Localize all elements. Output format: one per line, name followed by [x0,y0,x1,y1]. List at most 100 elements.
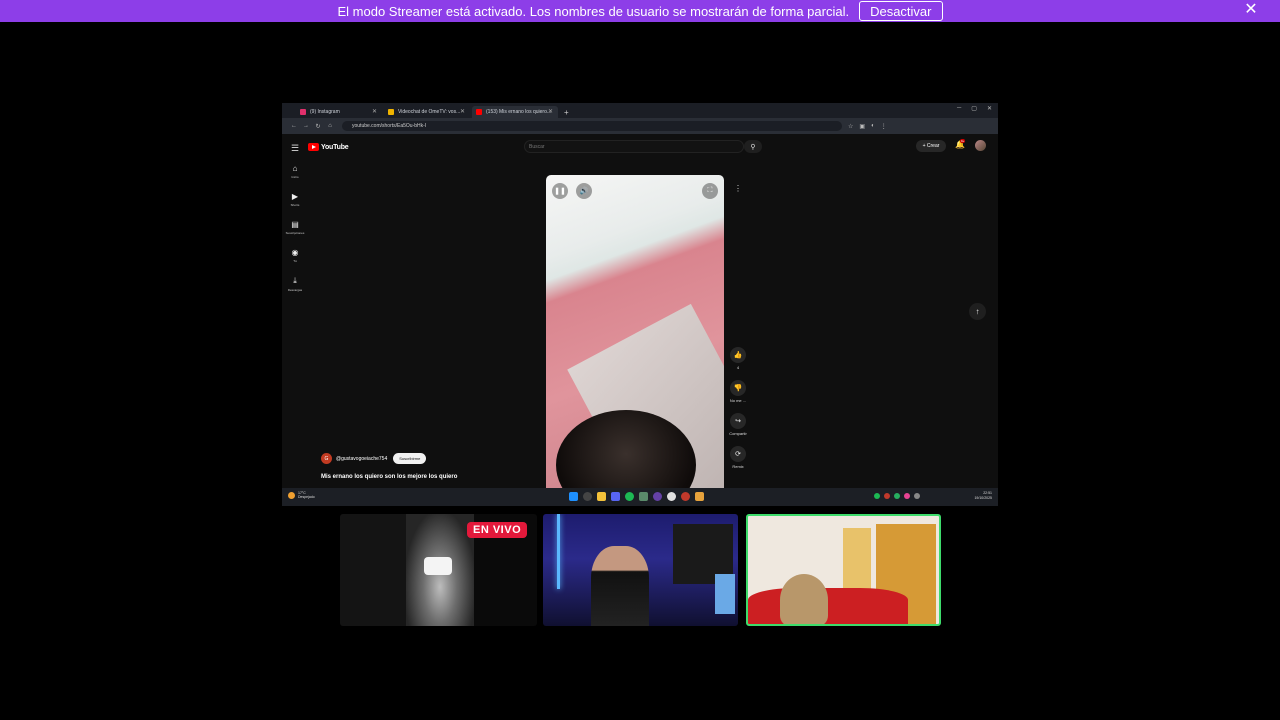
forward-icon[interactable]: → [300,123,312,129]
tab-label: (9) Instagram [310,109,340,115]
search-input[interactable]: Buscar [524,140,744,153]
back-icon[interactable]: ← [288,123,300,129]
sidebar-item-label: Suscripciones [285,231,305,235]
like-icon: 👍 [730,347,746,363]
downloads-icon: ⤓ [293,276,297,285]
extensions-icon[interactable]: ▣ [859,123,865,130]
short-video-player[interactable]: ❚❚ 🔊 ⛶ [546,175,724,488]
sidebar-item-downloads[interactable]: ⤓ Descargas [282,276,308,304]
tray-icon[interactable] [884,493,890,499]
like-button[interactable]: 👍 4 [727,347,749,370]
remix-icon: ⟳ [730,446,746,462]
avatar[interactable] [975,140,986,151]
you-icon: ◉ [291,248,299,257]
fullscreen-icon[interactable]: ⛶ [702,183,718,199]
app-icon[interactable] [695,492,704,501]
system-tray [874,493,920,499]
webcam-tile[interactable] [543,514,738,626]
wifi-icon[interactable] [914,493,920,499]
sidebar-item-subscriptions[interactable]: ▤ Suscripciones [282,220,308,248]
weather-widget[interactable]: 17°C Despejado [288,491,315,499]
browser-tab-active[interactable]: (153) Mis ernano los quiero... ✕ [472,106,558,118]
menu-icon[interactable]: ⋮ [881,123,887,130]
sidebar-item-shorts[interactable]: ▶ Shorts [282,192,308,220]
screen-share: (9) Instagram ✕ Videochat de OmeTV: vos.… [282,103,998,506]
subscribe-button[interactable]: Suscribirme [393,453,427,464]
bookmark-icon[interactable]: ☆ [848,123,853,130]
browser-tab[interactable]: (9) Instagram ✕ [296,106,382,118]
arrow-up-icon[interactable]: ↑ [969,303,986,320]
webcam-tile-active[interactable] [746,514,941,626]
bed-image [748,588,908,624]
share-icon: ↪ [730,413,746,429]
spotify-icon[interactable] [625,492,634,501]
channel-avatar[interactable]: G [321,453,332,464]
youtube-page: ☰ YouTube Buscar ⚲ + Crear 🔔 9+ ⌂ Inicio … [282,134,998,488]
window-controls: ─ ▢ ✕ [957,105,992,112]
dislike-button[interactable]: 👎 No me ... [727,380,749,403]
disable-streamer-mode-button[interactable]: Desactivar [859,1,943,21]
youtube-play-icon [308,143,319,151]
app-icon[interactable] [639,492,648,501]
tab-label: (153) Mis ernano los quiero... [486,109,552,115]
close-icon[interactable]: ✕ [372,108,377,115]
tray-icon[interactable] [904,493,910,499]
live-badge: EN VIVO [467,522,528,538]
search-icon[interactable] [583,492,592,501]
weather-icon [288,491,295,499]
menu-icon[interactable]: ☰ [291,143,299,154]
webcam-tile[interactable]: EN VIVO [340,514,537,626]
tray-icon[interactable] [894,493,900,499]
create-button[interactable]: + Crear [916,140,946,152]
youtube-logo[interactable]: YouTube [308,143,349,151]
neon-light-image [557,514,560,589]
tray-icon[interactable] [874,493,880,499]
instagram-icon [300,109,306,115]
close-icon[interactable]: ✕ [1242,0,1260,18]
censor-blob [424,557,452,575]
home-icon: ⌂ [292,164,298,173]
close-icon[interactable]: ✕ [548,108,553,115]
file-explorer-icon[interactable] [597,492,606,501]
chrome-icon[interactable] [681,492,690,501]
create-label: Crear [926,143,940,149]
like-count: 4 [736,365,740,370]
twitch-icon[interactable] [653,492,662,501]
address-bar[interactable]: youtube.com/shorts/Ea5Ou-bHk-I [342,121,842,131]
pause-icon[interactable]: ❚❚ [552,183,568,199]
start-icon[interactable] [569,492,578,501]
new-tab-icon[interactable]: + [564,106,569,118]
notifications-badge: 9+ [960,139,966,143]
close-window-icon[interactable]: ✕ [987,105,992,112]
notifications-icon[interactable]: 🔔 9+ [955,139,966,149]
share-button[interactable]: ↪ Compartir [727,413,749,436]
obs-icon[interactable] [667,492,676,501]
volume-icon[interactable]: 🔊 [576,183,592,199]
profile-icon[interactable]: ◐ [871,123,875,129]
search-icon[interactable]: ⚲ [744,140,762,153]
short-title: Mis ernano los quiero son los mejore los… [321,474,458,480]
more-options-icon[interactable]: ⋮ [734,184,742,193]
home-icon[interactable]: ⌂ [324,123,336,129]
browser-tab[interactable]: Videochat de OmeTV: vos... ✕ [384,106,470,118]
sidebar-item-home[interactable]: ⌂ Inicio [282,164,308,192]
sidebar-item-label: Descargas [287,288,303,292]
webcam-video [340,514,406,626]
maximize-icon[interactable]: ▢ [971,105,977,112]
short-channel: G @gustavogoeiache754 Suscribirme [321,453,427,464]
taskbar-apps [569,492,704,501]
discord-icon[interactable] [611,492,620,501]
sidebar-item-you[interactable]: ◉ Tú [282,248,308,276]
webcam-video [780,574,828,624]
close-icon[interactable]: ✕ [460,108,465,115]
monitor-screen-image [715,574,735,614]
reload-icon[interactable]: ↻ [312,123,324,130]
browser-toolbar: ← → ↻ ⌂ youtube.com/shorts/Ea5Ou-bHk-I ☆… [282,118,998,134]
channel-name[interactable]: @gustavogoeiache754 [336,456,387,462]
tab-label: Videochat de OmeTV: vos... [398,109,461,115]
taskbar-clock[interactable]: 22:51 19/10/2025 [974,491,992,501]
minimize-icon[interactable]: ─ [957,105,961,112]
share-label: Compartir [729,431,747,436]
remix-button[interactable]: ⟳ Remix [727,446,749,469]
subscriptions-icon: ▤ [291,220,299,229]
